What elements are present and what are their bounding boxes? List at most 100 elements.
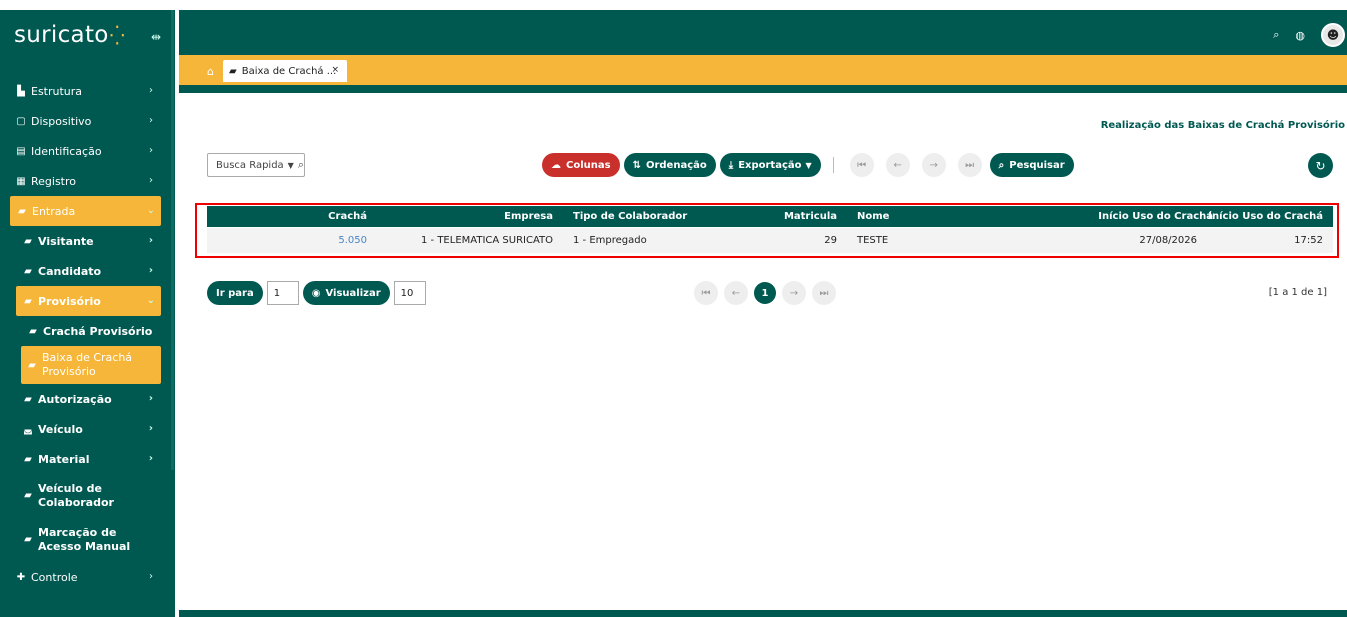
chevron-down-icon: ⌄ [146,205,155,216]
columns-button[interactable]: ☁ Colunas [542,153,620,177]
sidebar-item-autorizacao[interactable]: ▰ Autorização › [0,384,175,414]
caret-down-icon: ▼ [805,160,812,170]
sidebar-menu: ▙ Estrutura › ▢ Dispositivo › ▤ Identificação… [0,76,175,592]
tab-bar: ⌂ ▰ Baixa de Crachá ... × [179,55,1347,85]
cell-inicio-hora: 17:52 [1294,235,1323,246]
building-icon: ▙ [17,85,25,97]
sidebar-item-registro[interactable]: ▦ Registro › [0,166,175,196]
badge-icon: ▰ [24,490,32,501]
refresh-button[interactable]: ↻ [1308,153,1333,178]
refresh-icon: ↻ [1315,158,1326,173]
sidebar-item-controle[interactable]: ✚ Controle › [0,562,175,592]
cell-nome: TESTE [857,235,889,246]
chevron-right-icon: › [148,265,153,276]
globe-icon[interactable]: ◍ [1295,29,1305,42]
top-strip [0,0,1347,10]
col-header-cracha[interactable]: Crachá [207,206,367,227]
chevron-right-icon: › [149,85,153,96]
search-icon[interactable]: ⌕ [298,158,304,172]
last-page-icon[interactable]: ⏭ [957,153,982,177]
cell-empresa: 1 - TELEMATICA SURICATO [421,235,553,246]
sidebar-item-estrutura[interactable]: ▙ Estrutura › [0,76,175,106]
chevron-right-icon: › [148,423,153,434]
ordering-button[interactable]: ⇅ Ordenação [623,153,716,177]
caret-down-icon[interactable]: ▼ [288,161,294,170]
top-header: ⌕ ◍ ☻ [179,10,1347,55]
sidebar-item-veiculo[interactable]: ◛ Veículo › [0,414,175,444]
badge-icon: ▰ [24,393,32,405]
go-to-page-button[interactable]: Ir para [207,281,263,305]
sidebar-item-provisorio[interactable]: ▰ Provisório ⌄ [16,286,161,316]
page-number-button[interactable]: 1 [754,282,776,304]
eye-icon: ◉ [311,287,321,299]
badge-icon: ▰ [24,295,32,307]
sidebar-item-identificacao[interactable]: ▤ Identificação › [0,136,175,166]
quick-search[interactable]: Busca Rapida ▼ ⌕ [207,153,305,177]
prev-page-icon[interactable]: ← [885,153,910,177]
col-header-inicio-data[interactable]: Início Uso do Crachá [1057,206,1213,227]
sidebar-item-visitante[interactable]: ▰ Visitante › [0,226,175,256]
grid-toolbar: ☁ Colunas ⇅ Ordenação ⤓ Exportação ▼ ⏮ ← → ⏭… [542,153,1074,177]
cell-tipo: 1 - Empregado [573,235,647,246]
app-logo[interactable]: suricato⁛ [14,22,125,48]
tab-baixa-cracha[interactable]: ▰ Baixa de Crachá ... × [223,60,347,82]
user-avatar[interactable]: ☻ [1321,23,1345,47]
sidebar-item-candidato[interactable]: ▰ Candidato › [0,256,175,286]
collapse-sidebar-icon[interactable]: ⇹ [151,30,161,44]
logo-mark-icon: ⁛ [109,25,126,47]
badge-icon: ▰ [29,325,37,337]
col-header-matricula[interactable]: Matricula [763,206,837,227]
chevron-right-icon: › [149,145,153,156]
register-icon: ▦ [16,175,26,187]
puzzle-icon: ✚ [16,571,26,583]
first-page-icon[interactable]: ⏮ [849,153,874,177]
badge-icon: ▰ [18,205,26,217]
sidebar: suricato⁛ ⇹ ▙ Estrutura › ▢ Dispositivo › ▤ I… [0,10,175,617]
tab-underline [179,85,1347,93]
badge-icon: ▰ [24,534,32,545]
close-tab-icon[interactable]: × [331,65,339,75]
col-header-tipo[interactable]: Tipo de Colaborador [573,206,763,227]
sidebar-item-veiculo-colaborador[interactable]: ▰ Veículo de Colaborador [0,474,175,518]
sidebar-item-cracha-provisorio[interactable]: ▰ Crachá Provisório [0,316,175,346]
sidebar-item-baixa-cracha-provisorio[interactable]: ▰ Baixa de Crachá Provisório [21,346,161,384]
chevron-right-icon: › [149,115,153,126]
table-row[interactable]: 5.050 1 - TELEMATICA SURICATO 1 - Empreg… [207,228,1333,253]
search-icon: ⌕ [998,159,1005,171]
first-page-icon[interactable]: ⏮ [694,281,718,305]
cloud-icon: ☁ [551,159,561,171]
col-header-nome[interactable]: Nome [857,206,1057,227]
device-icon: ▢ [16,115,26,127]
search-icon[interactable]: ⌕ [1273,28,1279,42]
chevron-right-icon: › [148,235,153,246]
export-button[interactable]: ⤓ Exportação ▼ [719,153,821,177]
download-icon: ⤓ [728,159,734,171]
bottom-bar [179,610,1347,617]
page-size-input[interactable]: 10 [393,281,426,305]
chevron-right-icon: › [148,453,153,464]
col-header-empresa[interactable]: Empresa [367,206,553,227]
last-page-icon[interactable]: ⏭ [812,281,836,305]
cell-matricula: 29 [824,235,837,246]
page-number-input[interactable]: 1 [266,281,299,305]
cell-cracha[interactable]: 5.050 [207,228,367,253]
home-icon[interactable]: ⌂ [207,65,214,78]
search-button[interactable]: ⌕ Pesquisar [989,153,1074,177]
view-button[interactable]: ◉ Visualizar [302,281,390,305]
car-icon: ◛ [23,423,33,435]
sidebar-item-dispositivo[interactable]: ▢ Dispositivo › [0,106,175,136]
sidebar-item-marcacao-acesso-manual[interactable]: ▰ Marcação de Acesso Manual [0,518,175,562]
next-page-icon[interactable]: → [782,281,806,305]
badge-icon: ▰ [28,359,36,371]
badge-icon: ▰ [24,235,32,247]
cell-inicio-data: 27/08/2026 [1139,235,1197,246]
sidebar-item-entrada[interactable]: ▰ Entrada ⌄ [10,196,161,226]
col-header-inicio-hora[interactable]: Início Uso do Crachá [1208,206,1323,227]
next-page-icon[interactable]: → [921,153,946,177]
prev-page-icon[interactable]: ← [724,281,748,305]
toolbar-divider [832,157,834,173]
pager-nav: ⏮ ← 1 → ⏭ [694,281,836,305]
chevron-right-icon: › [149,571,153,582]
sidebar-separator [175,10,179,617]
sidebar-item-material[interactable]: ▰ Material › [0,444,175,474]
